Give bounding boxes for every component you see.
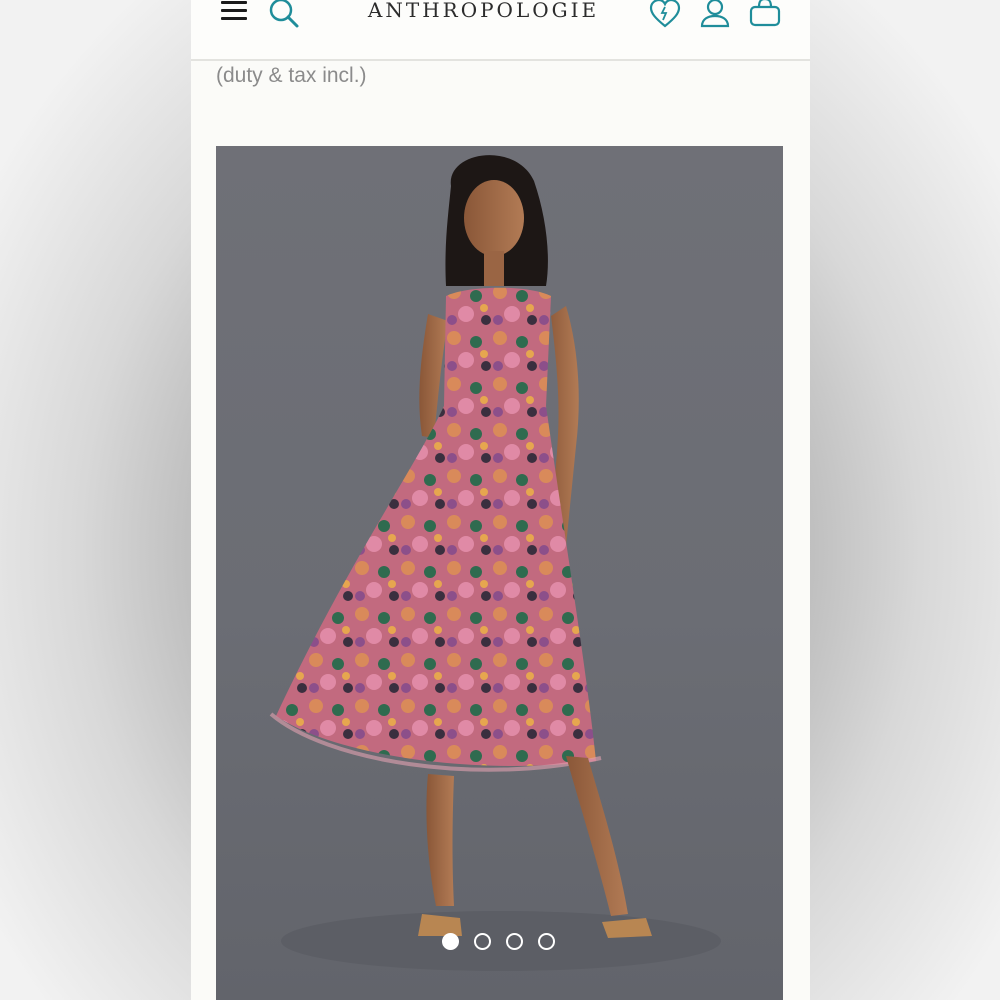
carousel-indicators — [442, 933, 557, 951]
price-tax-note: (duty & tax incl.) — [216, 64, 367, 87]
shopping-bag-icon[interactable] — [748, 0, 782, 29]
search-icon[interactable] — [267, 0, 301, 30]
site-header: ANTHROPOLOGIE — [191, 0, 810, 61]
site-logo[interactable]: ANTHROPOLOGIE — [351, 0, 616, 22]
mobile-viewport: ANTHROPOLOGIE (duty & tax incl.) — [191, 0, 810, 1000]
carousel-dot-1[interactable] — [442, 933, 459, 950]
menu-icon[interactable] — [218, 0, 250, 26]
carousel-dot-4[interactable] — [538, 933, 555, 950]
heart-icon[interactable] — [649, 0, 681, 30]
carousel-dot-2[interactable] — [474, 933, 491, 950]
person-icon[interactable] — [699, 0, 731, 30]
product-photo — [269, 155, 721, 971]
product-image-carousel[interactable] — [216, 146, 783, 1000]
carousel-dot-3[interactable] — [506, 933, 523, 950]
